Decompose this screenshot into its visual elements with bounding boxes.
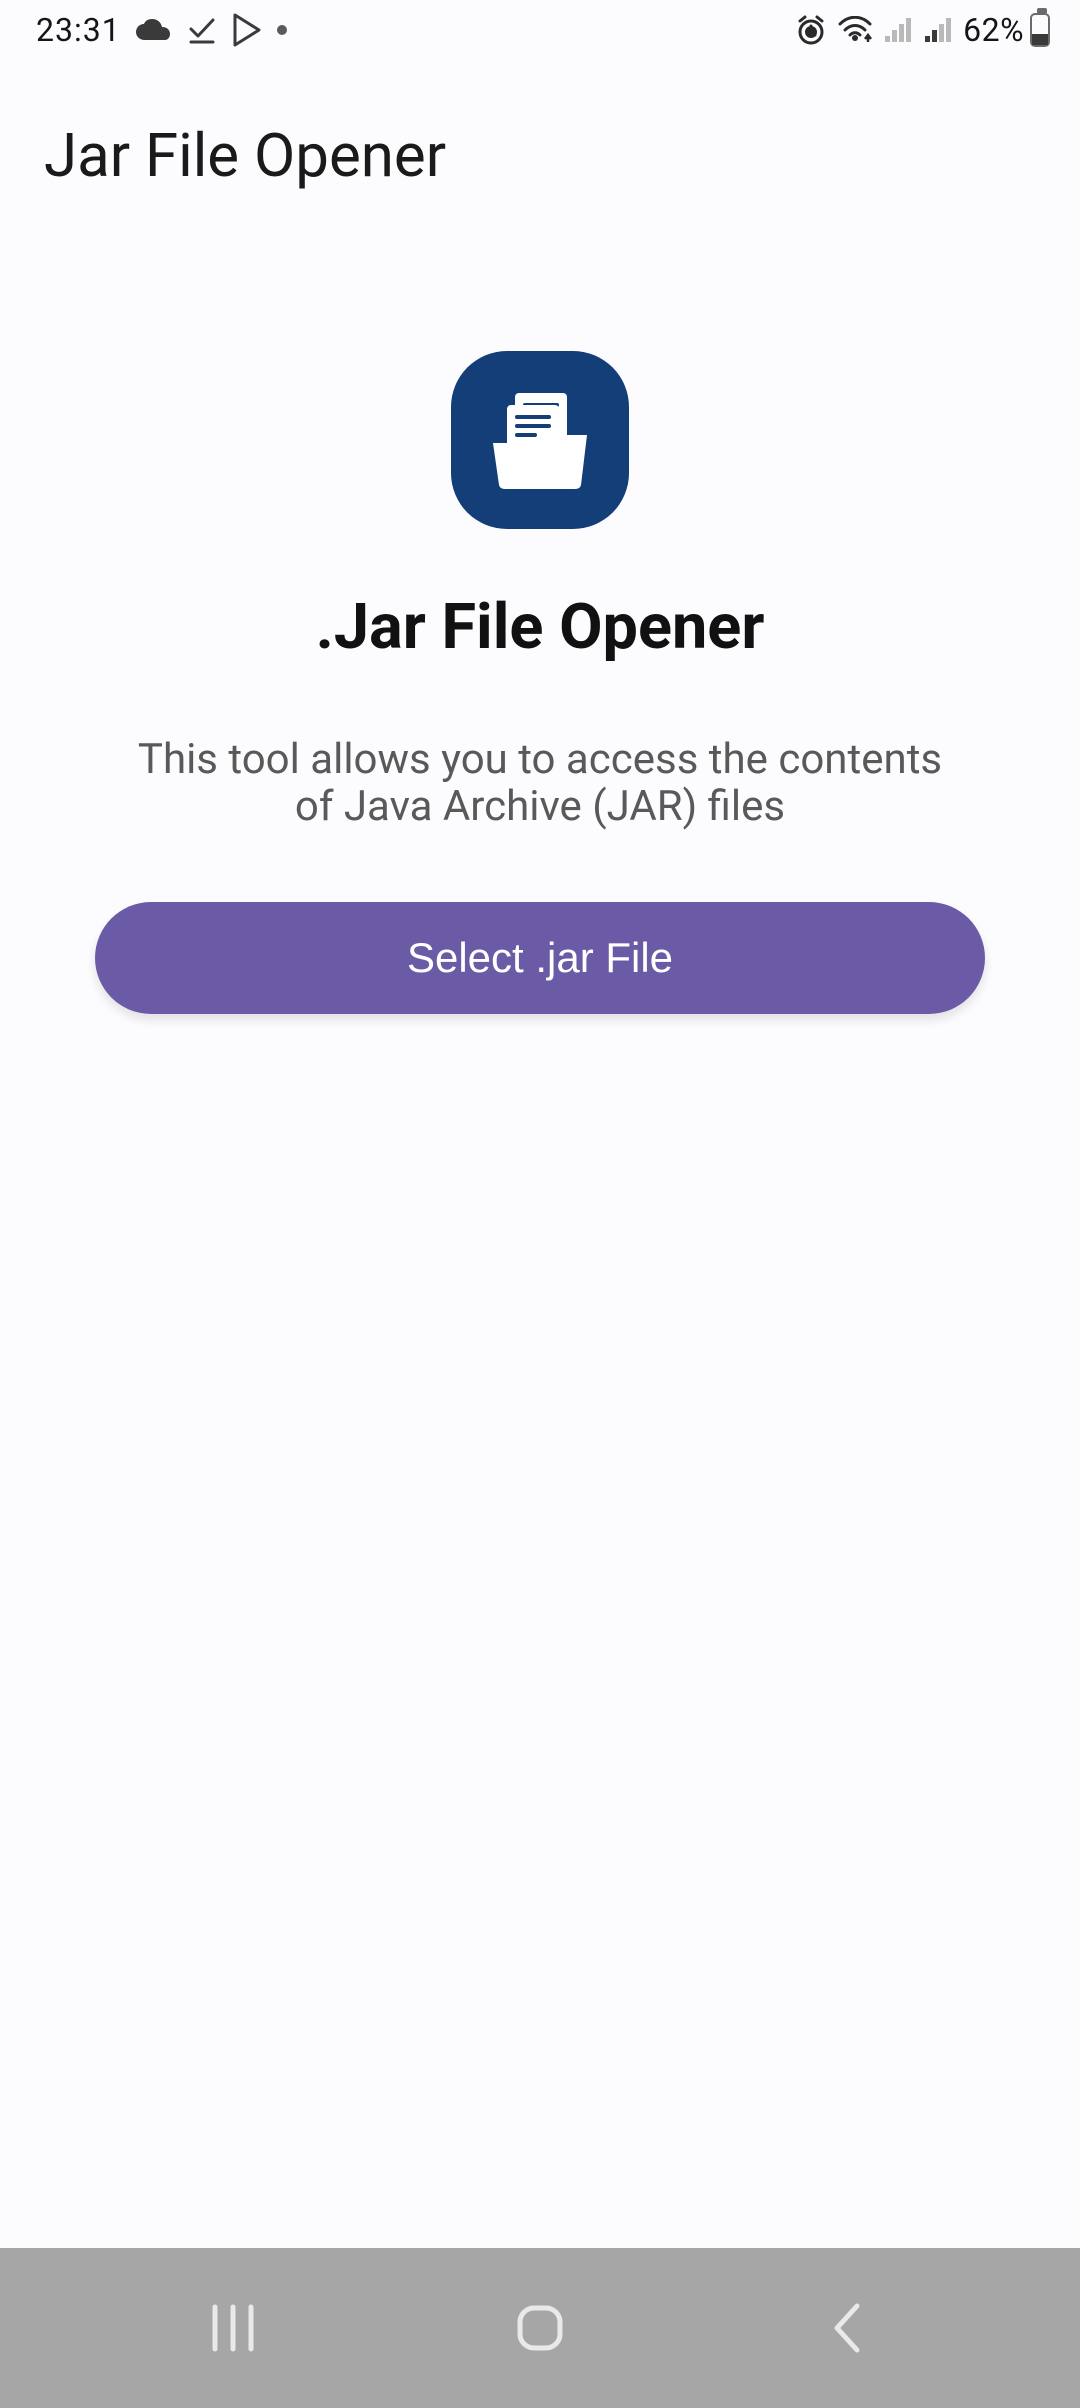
status-right-group: 62% xyxy=(795,11,1050,49)
battery-percent-text: 62% xyxy=(963,11,1024,49)
select-jar-button[interactable]: Select .jar File xyxy=(95,902,985,1014)
home-button[interactable] xyxy=(480,2268,600,2388)
battery-icon xyxy=(1030,13,1050,47)
wifi-icon xyxy=(837,16,873,44)
app-bar-title: Jar File Opener xyxy=(0,60,1080,191)
app-icon xyxy=(451,351,629,529)
status-time: 23:31 xyxy=(36,11,121,49)
file-box-icon xyxy=(485,385,595,495)
status-battery: 62% xyxy=(963,11,1050,49)
download-done-icon xyxy=(187,15,217,45)
status-bar: 23:31 62% xyxy=(0,0,1080,60)
notification-dot-icon xyxy=(277,25,287,35)
signal-2-icon xyxy=(923,16,953,44)
play-store-icon xyxy=(231,13,263,47)
main-content: .Jar File Opener This tool allows you to… xyxy=(0,191,1080,1014)
signal-1-icon xyxy=(883,16,913,44)
cloud-icon xyxy=(135,18,173,42)
page-subhead: This tool allows you to access the conte… xyxy=(130,736,950,830)
alarm-icon xyxy=(795,14,827,46)
recents-button[interactable] xyxy=(173,2268,293,2388)
system-nav-bar xyxy=(0,2248,1080,2408)
page-headline: .Jar File Opener xyxy=(316,591,765,664)
back-button[interactable] xyxy=(787,2268,907,2388)
status-left-group: 23:31 xyxy=(36,11,287,49)
